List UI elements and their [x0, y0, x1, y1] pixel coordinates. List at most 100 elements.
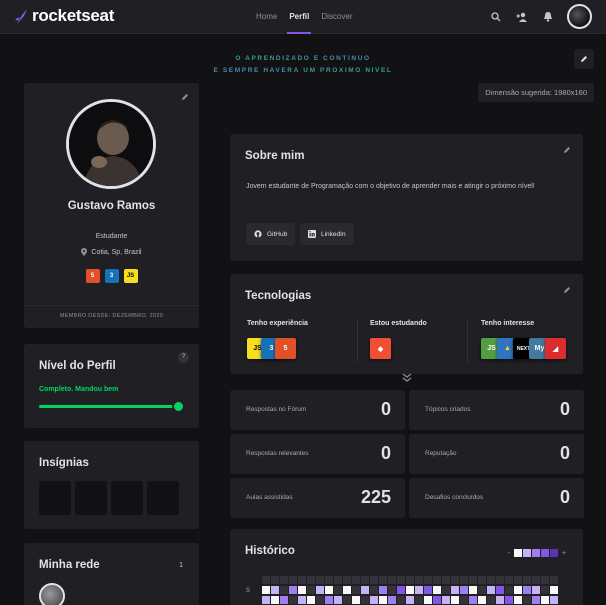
technologies-edit-button[interactable]	[561, 284, 573, 296]
heatmap-cell[interactable]	[460, 586, 468, 594]
heatmap-cell[interactable]	[406, 576, 414, 584]
html5-icon[interactable]: 5	[85, 269, 100, 283]
rocketseat-logo[interactable]: rocketseat	[14, 6, 114, 26]
heatmap-cell[interactable]	[469, 586, 477, 594]
heatmap-cell[interactable]	[469, 596, 477, 604]
heatmap-cell[interactable]	[496, 596, 504, 604]
heatmap-cell[interactable]	[307, 596, 315, 604]
heatmap-cell[interactable]	[352, 586, 360, 594]
tech-icon[interactable]: 5	[275, 338, 296, 359]
badge-slot[interactable]	[75, 481, 107, 515]
heatmap-cell[interactable]	[550, 576, 558, 584]
heatmap-cell[interactable]	[334, 586, 342, 594]
heatmap-cell[interactable]	[424, 586, 432, 594]
heatmap-cell[interactable]	[262, 586, 270, 594]
heatmap-cell[interactable]	[325, 576, 333, 584]
tech-icon[interactable]: ◆	[370, 338, 391, 359]
heatmap-cell[interactable]	[379, 586, 387, 594]
heatmap-cell[interactable]	[415, 596, 423, 604]
heatmap-cell[interactable]	[406, 586, 414, 594]
heatmap-cell[interactable]	[397, 586, 405, 594]
heatmap-cell[interactable]	[514, 596, 522, 604]
heatmap-cell[interactable]	[352, 576, 360, 584]
heatmap-cell[interactable]	[370, 596, 378, 604]
help-icon[interactable]: ?	[178, 352, 189, 363]
heatmap-cell[interactable]	[523, 576, 531, 584]
badge-slot[interactable]	[147, 481, 179, 515]
heatmap-cell[interactable]	[262, 596, 270, 604]
chevron-down-icon[interactable]	[401, 373, 413, 383]
heatmap-cell[interactable]	[532, 596, 540, 604]
heatmap-cell[interactable]	[487, 576, 495, 584]
heatmap-cell[interactable]	[514, 586, 522, 594]
search-icon[interactable]	[489, 10, 503, 24]
heatmap-cell[interactable]	[433, 586, 441, 594]
bell-icon[interactable]	[541, 10, 555, 24]
heatmap-cell[interactable]	[325, 596, 333, 604]
heatmap-cell[interactable]	[442, 596, 450, 604]
heatmap-cell[interactable]	[271, 596, 279, 604]
heatmap-cell[interactable]	[343, 596, 351, 604]
heatmap-cell[interactable]	[469, 576, 477, 584]
javascript-icon[interactable]: JS	[123, 269, 138, 283]
add-user-icon[interactable]	[515, 10, 529, 24]
heatmap-cell[interactable]	[289, 586, 297, 594]
heatmap-cell[interactable]	[451, 576, 459, 584]
heatmap-cell[interactable]	[478, 596, 486, 604]
heatmap-cell[interactable]	[271, 586, 279, 594]
heatmap-cell[interactable]	[424, 576, 432, 584]
about-edit-button[interactable]	[561, 144, 573, 156]
heatmap-cell[interactable]	[361, 596, 369, 604]
heatmap-cell[interactable]	[415, 576, 423, 584]
badge-slot[interactable]	[111, 481, 143, 515]
heatmap-cell[interactable]	[442, 576, 450, 584]
heatmap-cell[interactable]	[505, 576, 513, 584]
github-button[interactable]: GitHub	[246, 223, 296, 245]
heatmap-cell[interactable]	[289, 596, 297, 604]
profile-avatar[interactable]	[66, 99, 156, 189]
nav-link-home[interactable]: Home	[250, 0, 283, 34]
profile-edit-button[interactable]	[179, 91, 191, 103]
heatmap-cell[interactable]	[415, 586, 423, 594]
heatmap-cell[interactable]	[262, 576, 270, 584]
heatmap-cell[interactable]	[460, 576, 468, 584]
heatmap-cell[interactable]	[505, 596, 513, 604]
heatmap-cell[interactable]	[541, 596, 549, 604]
heatmap-cell[interactable]	[406, 596, 414, 604]
heatmap-cell[interactable]	[460, 596, 468, 604]
heatmap-cell[interactable]	[478, 576, 486, 584]
heatmap-cell[interactable]	[334, 576, 342, 584]
heatmap-cell[interactable]	[541, 576, 549, 584]
linkedin-button[interactable]: LinkedIn	[300, 223, 354, 245]
css3-icon[interactable]: 3	[104, 269, 119, 283]
heatmap-cell[interactable]	[514, 576, 522, 584]
heatmap-cell[interactable]	[433, 596, 441, 604]
heatmap-cell[interactable]	[289, 576, 297, 584]
heatmap-cell[interactable]	[280, 576, 288, 584]
heatmap-cell[interactable]	[280, 586, 288, 594]
heatmap-cell[interactable]	[334, 596, 342, 604]
heatmap-cell[interactable]	[487, 596, 495, 604]
heatmap-cell[interactable]	[397, 596, 405, 604]
heatmap-cell[interactable]	[532, 576, 540, 584]
heatmap-cell[interactable]	[298, 596, 306, 604]
heatmap-cell[interactable]	[424, 596, 432, 604]
heatmap-cell[interactable]	[343, 586, 351, 594]
heatmap-cell[interactable]	[388, 586, 396, 594]
banner-edit-button[interactable]	[574, 49, 594, 69]
tech-icon[interactable]: ◢	[545, 338, 566, 359]
heatmap-cell[interactable]	[280, 596, 288, 604]
heatmap-cell[interactable]	[361, 576, 369, 584]
heatmap-cell[interactable]	[343, 576, 351, 584]
badge-slot[interactable]	[39, 481, 71, 515]
heatmap-cell[interactable]	[397, 576, 405, 584]
heatmap-cell[interactable]	[451, 596, 459, 604]
heatmap-cell[interactable]	[298, 586, 306, 594]
heatmap-cell[interactable]	[550, 586, 558, 594]
heatmap-cell[interactable]	[325, 586, 333, 594]
heatmap-cell[interactable]	[523, 596, 531, 604]
network-member-avatar[interactable]	[39, 583, 65, 605]
heatmap-cell[interactable]	[433, 576, 441, 584]
heatmap-cell[interactable]	[316, 576, 324, 584]
heatmap-cell[interactable]	[496, 576, 504, 584]
